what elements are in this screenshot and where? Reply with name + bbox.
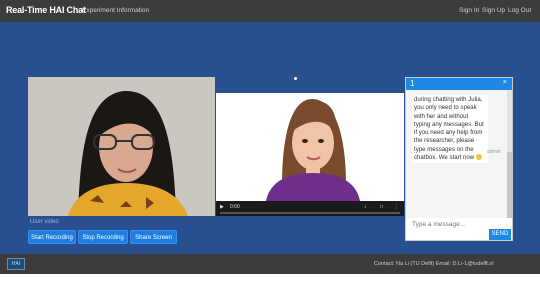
stop-recording-button[interactable]: Stop Recording bbox=[78, 230, 128, 244]
sign-in-link[interactable]: Sign In bbox=[459, 7, 479, 14]
footer: HAI Contact: Na Li (TU Delft) Email: D.L… bbox=[0, 254, 540, 274]
chat-header: 1 × bbox=[406, 78, 512, 90]
sign-up-link[interactable]: Sign Up bbox=[482, 7, 505, 14]
app-brand[interactable]: Real-Time HAI Chat bbox=[6, 5, 86, 15]
chat-widget: 1 × during chatting with Julia, you only… bbox=[405, 77, 513, 241]
log-out-link[interactable]: Log Out bbox=[508, 7, 531, 14]
send-button[interactable]: SEND bbox=[489, 229, 511, 240]
top-navbar: Real-Time HAI Chat Experiment Informatio… bbox=[0, 0, 540, 22]
center-marker bbox=[294, 77, 297, 80]
chat-scrollbar[interactable] bbox=[507, 90, 512, 218]
volume-icon[interactable]: ♪ bbox=[364, 204, 367, 210]
experiment-info-link[interactable]: Experiment Information bbox=[82, 7, 149, 14]
start-recording-button[interactable]: Start Recording bbox=[28, 230, 76, 244]
play-icon[interactable]: ▶ bbox=[220, 204, 224, 210]
message-author: admin bbox=[487, 149, 501, 155]
user-video-label: User video bbox=[30, 219, 59, 225]
chat-messages[interactable]: during chatting with Julia, you only nee… bbox=[406, 90, 512, 218]
share-screen-button[interactable]: Share Screen bbox=[130, 230, 177, 244]
fullscreen-icon[interactable]: □ bbox=[380, 204, 383, 210]
virtual-agent-avatar bbox=[216, 93, 404, 201]
chat-message-text: during chatting with Julia, you only nee… bbox=[414, 96, 484, 162]
video-progress-bar[interactable] bbox=[220, 212, 400, 214]
chat-message-input[interactable] bbox=[410, 218, 486, 232]
footer-logo: HAI bbox=[7, 258, 25, 270]
chat-message: during chatting with Julia, you only nee… bbox=[412, 95, 488, 164]
footer-contact: Contact: Na Li (TU Delft) Email: D.Li-1@… bbox=[374, 261, 494, 267]
user-webcam-image bbox=[28, 77, 215, 216]
virtual-agent-player: ▶ 0:00 ♪ □ ⋮ bbox=[216, 93, 404, 216]
player-time: 0:00 bbox=[230, 204, 240, 210]
close-icon[interactable]: × bbox=[503, 79, 507, 86]
chat-title: 1 bbox=[410, 79, 415, 88]
more-options-icon[interactable]: ⋮ bbox=[394, 204, 399, 210]
chat-scrollbar-thumb[interactable] bbox=[507, 152, 512, 218]
user-video-feed bbox=[28, 77, 215, 216]
video-player-controls: ▶ 0:00 ♪ □ ⋮ bbox=[216, 201, 404, 216]
smile-emoji-icon bbox=[475, 154, 482, 161]
